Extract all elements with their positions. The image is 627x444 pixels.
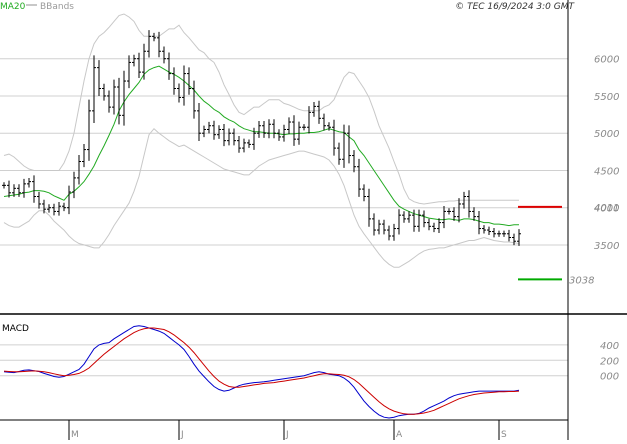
price-tick-label: 5500 [594, 92, 619, 103]
month-label: J [180, 430, 184, 440]
month-label: A [396, 430, 403, 440]
month-label: M [71, 430, 79, 440]
legend-bbands: BBands [40, 2, 74, 12]
macd-title: MACD [2, 324, 29, 334]
macd-tick-label: 400 [600, 341, 619, 352]
month-label: J [285, 430, 289, 440]
price-tick-label: 4500 [594, 166, 619, 177]
macd-tick-label: 000 [600, 372, 619, 383]
chart-svg: 40113038 3500400045005000550060000002004… [0, 0, 627, 440]
price-tick-label: 3500 [594, 241, 619, 252]
price-tick-label: 4000 [594, 204, 619, 215]
price-tick-label: 5000 [594, 129, 619, 140]
macd-tick-label: 200 [600, 356, 619, 367]
price-tick-label: 6000 [594, 55, 619, 66]
chart-stage: 4011 3038 3500 4000 4500 5000 5500 6000 000 200 4… [0, 0, 627, 440]
legend-ma20: MA20 [0, 2, 26, 12]
copyright-timestamp: © TEC 16/9/2024 3:0 GMT [455, 2, 575, 12]
month-label: S [501, 430, 507, 440]
support-label: 3038 [569, 275, 594, 286]
